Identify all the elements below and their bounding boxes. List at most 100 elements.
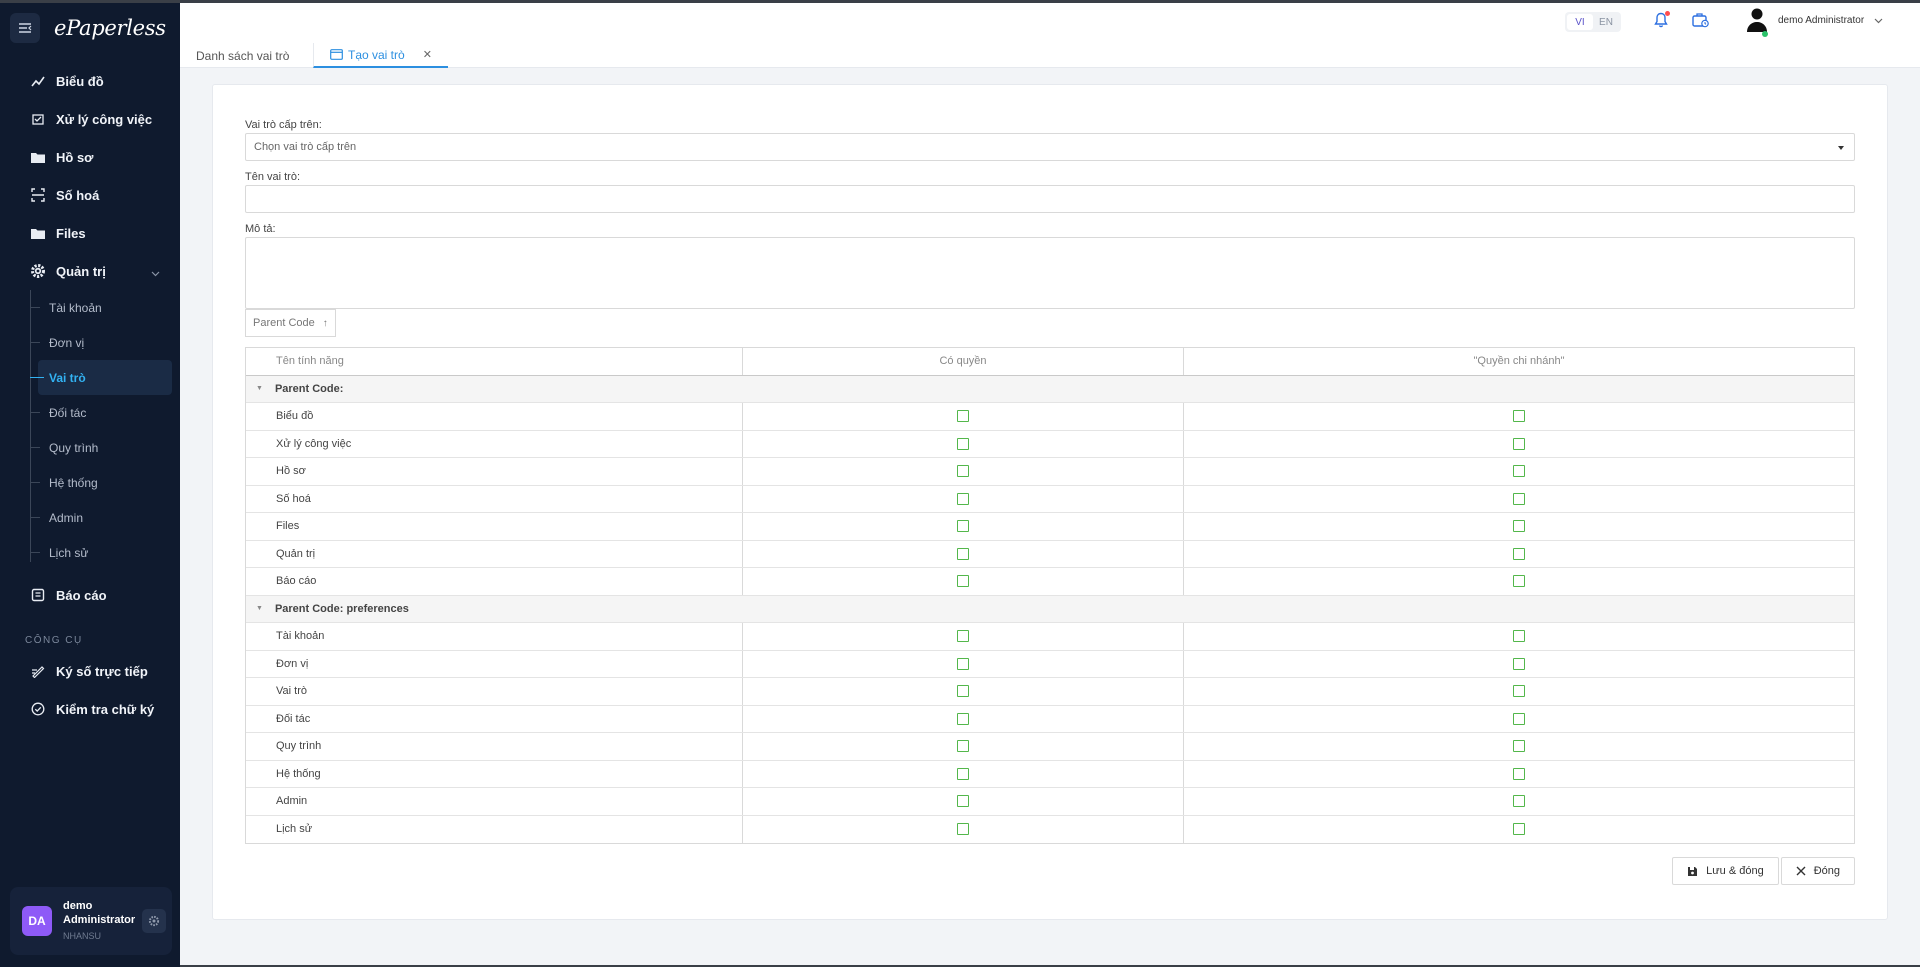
sidebar-subitem-he-thong[interactable]: Hệ thống — [0, 465, 180, 500]
description-label: Mô tả: — [245, 223, 276, 235]
permission-checkbox[interactable] — [957, 492, 969, 505]
permission-checkbox[interactable] — [957, 795, 969, 808]
feature-name-cell: Hệ thống — [246, 760, 743, 787]
branch-permission-checkbox[interactable] — [1513, 465, 1525, 478]
sidebar-item-ho-so[interactable]: Hồ sơ — [0, 138, 180, 176]
user-icon — [1747, 8, 1767, 32]
table-row: Số hoá — [246, 485, 1854, 513]
branch-permission-checkbox[interactable] — [1513, 795, 1525, 808]
report-icon — [30, 587, 46, 603]
parent-role-select[interactable]: Chọn vai trò cấp trên — [245, 133, 1855, 161]
user-menu[interactable]: demo Administrator — [1746, 7, 1883, 37]
tab-danh-sach-vai-tro[interactable]: Danh sách vai trò — [196, 43, 289, 68]
feature-name-cell: Xử lý công việc — [246, 430, 743, 457]
branch-permission-checkbox[interactable] — [1513, 712, 1525, 725]
permission-checkbox[interactable] — [957, 823, 969, 836]
signature-icon — [30, 663, 46, 679]
table-row: Đơn vị — [246, 650, 1854, 678]
group-by-chip[interactable]: Parent Code ↑ — [245, 309, 336, 337]
lang-vi-button[interactable]: VI — [1567, 14, 1593, 30]
sidebar-item-label: Số hoá — [56, 187, 100, 203]
branch-permission-checkbox[interactable] — [1513, 767, 1525, 780]
close-tab-icon[interactable]: ✕ — [423, 48, 432, 61]
branch-permission-cell — [1184, 788, 1854, 815]
permission-checkbox[interactable] — [957, 712, 969, 725]
table-row: Đối tác — [246, 705, 1854, 733]
window-icon — [330, 49, 343, 60]
sidebar-subitem-vai-tro[interactable]: Vai trò — [30, 360, 172, 395]
table-row: Báo cáo — [246, 568, 1854, 596]
sidebar-item-ky-so[interactable]: Ký số trực tiếp — [0, 652, 180, 690]
feature-name-cell: Lịch sử — [246, 815, 743, 843]
column-header-feature[interactable]: Tên tính năng — [246, 348, 743, 375]
sidebar-item-quan-tri[interactable]: Quản trị — [0, 252, 180, 290]
permission-cell — [743, 815, 1184, 843]
sidebar-subitem-don-vi[interactable]: Đơn vị — [0, 325, 180, 360]
feature-name-cell: Vai trò — [246, 678, 743, 705]
permission-checkbox[interactable] — [957, 685, 969, 698]
save-close-label: Lưu & đóng — [1706, 865, 1764, 877]
lang-en-button[interactable]: EN — [1593, 14, 1619, 30]
sidebar-item-files[interactable]: Files — [0, 214, 180, 252]
branch-permission-checkbox[interactable] — [1513, 520, 1525, 533]
sidebar-subitem-doi-tac[interactable]: Đối tác — [0, 395, 180, 430]
column-header-branch-permission[interactable]: "Quyền chi nhánh" — [1184, 348, 1854, 375]
branch-permission-cell — [1184, 761, 1854, 788]
sidebar-item-bieu-do[interactable]: Biểu đồ — [0, 62, 180, 100]
collapse-caret-icon[interactable]: ▼ — [256, 385, 263, 392]
permission-checkbox[interactable] — [957, 740, 969, 753]
create-role-form: Vai trò cấp trên: Chọn vai trò cấp trên … — [212, 84, 1888, 920]
column-header-permission[interactable]: Có quyền — [743, 348, 1184, 375]
branch-permission-checkbox[interactable] — [1513, 410, 1525, 423]
subitem-label: Đối tác — [49, 405, 87, 420]
permission-checkbox[interactable] — [957, 410, 969, 423]
branch-permission-checkbox[interactable] — [1513, 630, 1525, 643]
sidebar-subitem-quy-trinh[interactable]: Quy trình — [0, 430, 180, 465]
feature-name-cell: Số hoá — [246, 485, 743, 512]
group-row[interactable]: ▼ Parent Code: — [246, 375, 1854, 403]
save-close-button[interactable]: Lưu & đóng — [1672, 857, 1779, 885]
group-chip-label: Parent Code — [253, 317, 315, 329]
permission-checkbox[interactable] — [957, 657, 969, 670]
branch-permission-checkbox[interactable] — [1513, 492, 1525, 505]
sidebar-subitem-admin[interactable]: Admin — [0, 500, 180, 535]
branch-permission-checkbox[interactable] — [1513, 740, 1525, 753]
permission-checkbox[interactable] — [957, 630, 969, 643]
sidebar-subitem-lich-su[interactable]: Lịch sử — [0, 535, 180, 570]
subitem-label: Hệ thống — [49, 475, 98, 490]
sidebar-subitem-tai-khoan[interactable]: Tài khoản — [0, 290, 180, 325]
notification-dot — [1665, 11, 1670, 16]
sidebar-item-bao-cao[interactable]: Báo cáo — [0, 576, 180, 614]
branch-permission-checkbox[interactable] — [1513, 823, 1525, 836]
tab-tao-vai-tro[interactable]: Tạo vai trò ✕ — [313, 43, 448, 68]
permission-checkbox[interactable] — [957, 575, 969, 588]
briefcase-button[interactable] — [1692, 12, 1709, 31]
permission-checkbox[interactable] — [957, 520, 969, 533]
menu-toggle-button[interactable] — [10, 13, 40, 43]
close-button[interactable]: Đóng — [1780, 857, 1855, 885]
sidebar-item-kiem-tra-chu-ky[interactable]: Kiểm tra chữ ký — [0, 690, 180, 728]
sidebar-item-label: Quản trị — [56, 263, 106, 279]
branch-permission-checkbox[interactable] — [1513, 685, 1525, 698]
sidebar-item-so-hoa[interactable]: Số hoá — [0, 176, 180, 214]
sidebar-item-label: Biểu đồ — [56, 73, 104, 89]
branch-permission-checkbox[interactable] — [1513, 657, 1525, 670]
notification-button[interactable] — [1654, 11, 1670, 31]
branch-permission-checkbox[interactable] — [1513, 437, 1525, 450]
sidebar-item-label: Xử lý công việc — [56, 111, 153, 127]
role-name-input[interactable] — [245, 185, 1855, 213]
permission-checkbox[interactable] — [957, 465, 969, 478]
feature-name-cell: Admin — [246, 788, 743, 815]
branch-permission-cell — [1184, 431, 1854, 458]
permission-checkbox[interactable] — [957, 437, 969, 450]
branch-permission-checkbox[interactable] — [1513, 547, 1525, 560]
group-row[interactable]: ▼ Parent Code: preferences — [246, 595, 1854, 623]
permission-checkbox[interactable] — [957, 767, 969, 780]
branch-permission-checkbox[interactable] — [1513, 575, 1525, 588]
collapse-caret-icon[interactable]: ▼ — [256, 605, 263, 612]
user-settings-button[interactable] — [142, 909, 166, 933]
sidebar-item-xu-ly-cong-viec[interactable]: Xử lý công việc — [0, 100, 180, 138]
verified-badge-icon — [30, 701, 46, 717]
permission-checkbox[interactable] — [957, 547, 969, 560]
description-textarea[interactable] — [245, 237, 1855, 309]
